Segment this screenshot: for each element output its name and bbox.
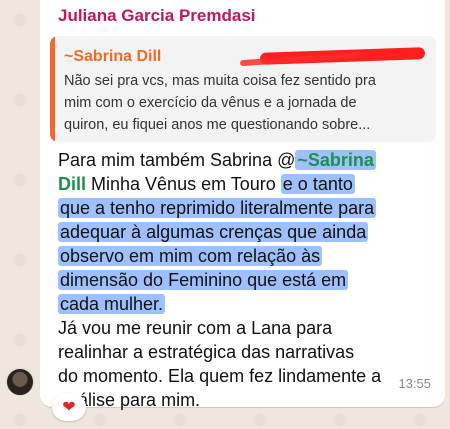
message-timestamp: 13:55 <box>398 376 431 391</box>
highlighted-text: adequar à algumas crenças que ainda <box>58 222 369 242</box>
message-line: Já vou me reunir com a Lana para <box>58 318 333 338</box>
heart-icon: ❤ <box>62 399 76 416</box>
quoted-line: mim com o exercício da vênus e a jornada… <box>64 95 357 111</box>
message-text: Para mim também Sabrina @ ~Sabrina Dill M… <box>58 148 438 412</box>
message-line: Para mim também Sabrina @ ~Sabrina <box>58 148 438 172</box>
quoted-line: Não sei pra vcs, mas muita coisa fez sen… <box>64 73 376 89</box>
message-line: adequar à algumas crenças que ainda <box>58 220 438 244</box>
message-line: que a tenho reprimido literalmente para <box>58 196 438 220</box>
mention-link[interactable]: Dill <box>58 174 86 194</box>
quoted-line: quiron, eu fiquei anos me questionando s… <box>64 117 371 133</box>
message-bubble[interactable]: Juliana Garcia Premdasi ~Sabrina Dill Nã… <box>40 0 445 410</box>
quoted-author: ~Sabrina Dill <box>64 48 162 65</box>
message-line: dimensão do Feminino que está em <box>58 268 438 292</box>
highlighted-text: cada mulher. <box>58 294 166 314</box>
quoted-message[interactable]: ~Sabrina Dill Não sei pra vcs, mas muita… <box>50 36 436 142</box>
message-line: análise para mim. <box>58 390 201 410</box>
message-line: do momento. Ela quem fez lindamente a <box>58 366 382 386</box>
message-line: Dill Minha Vênus em Touro e o tanto <box>58 172 438 196</box>
highlighted-text: dimensão do Feminino que está em <box>58 270 349 290</box>
sender-name[interactable]: Juliana Garcia Premdasi <box>58 6 256 26</box>
message-line: observo em mim com relação às <box>58 244 438 268</box>
quoted-text: Não sei pra vcs, mas muita coisa fez sen… <box>64 70 430 136</box>
quote-accent-bar <box>50 36 55 142</box>
highlighted-text: que a tenho reprimido literalmente para <box>58 198 377 218</box>
message-text-part: Para mim também Sabrina @ <box>58 150 296 170</box>
heart-reaction[interactable]: ❤ <box>52 393 86 421</box>
highlighted-text: e o tanto <box>280 174 355 194</box>
message-line: cada mulher. <box>58 292 438 316</box>
message-line: realinhar a estratégica das narrativas <box>58 342 355 362</box>
mention-link[interactable]: ~Sabrina <box>295 150 376 170</box>
highlighted-text: observo em mim com relação às <box>58 246 323 266</box>
message-text-part: Minha Vênus em Touro <box>86 174 281 194</box>
sender-avatar[interactable] <box>6 368 34 396</box>
